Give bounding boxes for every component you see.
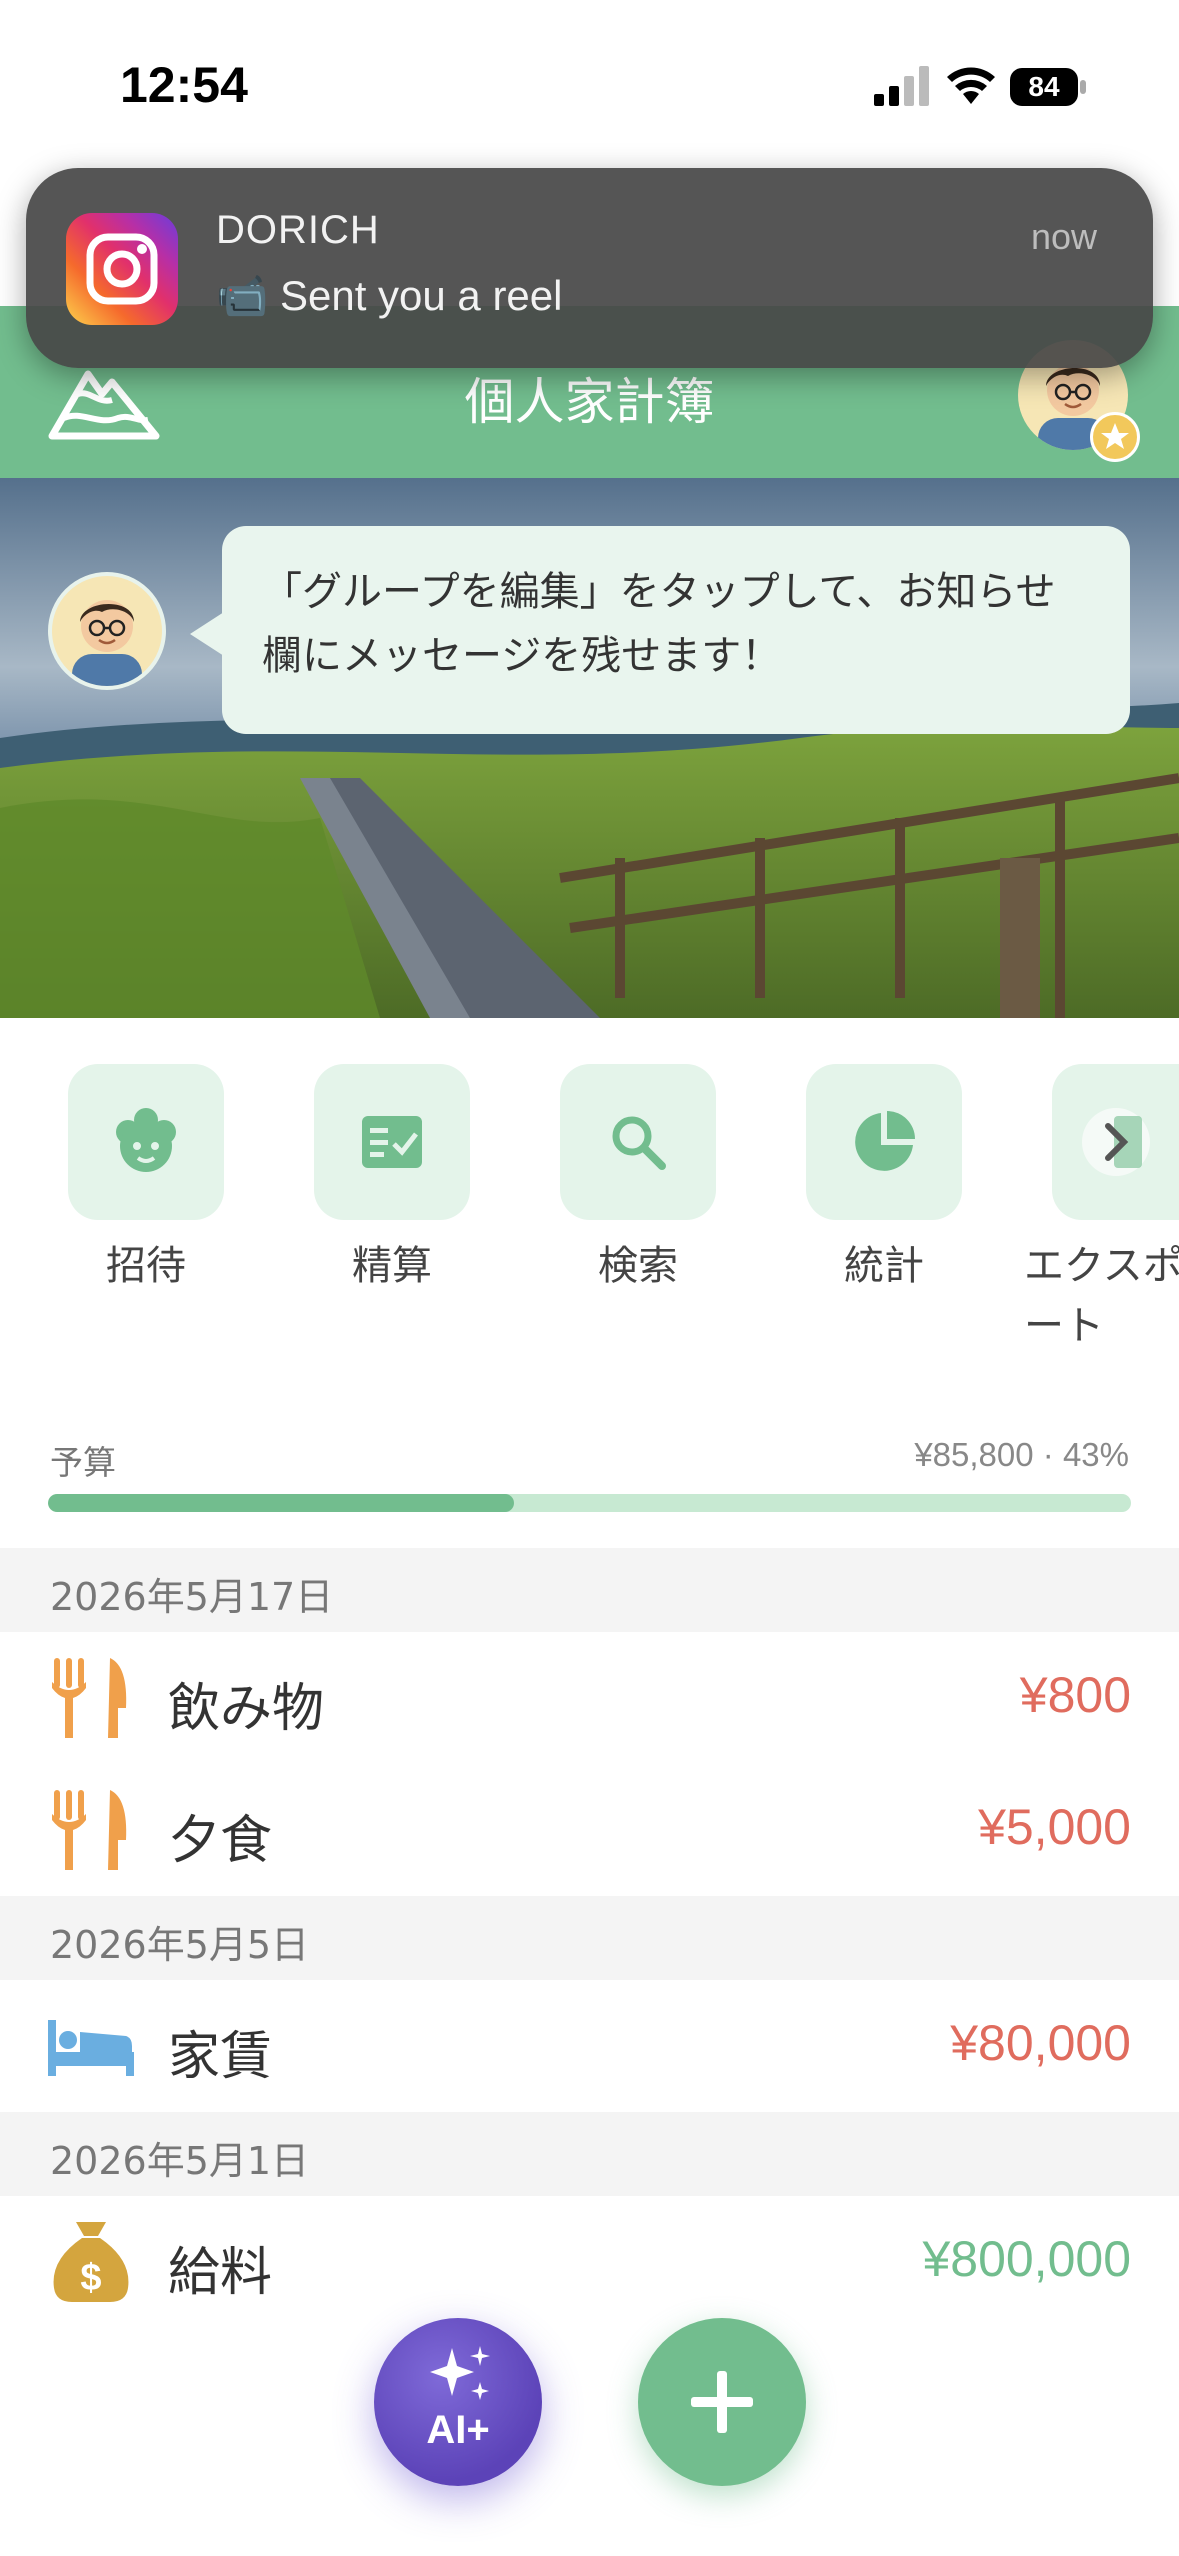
export-icon bbox=[1081, 1108, 1150, 1176]
budget-value: ¥85,800 · 43% bbox=[914, 1436, 1129, 1473]
plus-icon bbox=[691, 2371, 753, 2433]
notification-title: DORICH bbox=[216, 208, 380, 252]
invite-icon bbox=[116, 1108, 176, 1172]
transaction-amount: ¥800,000 bbox=[922, 2231, 1131, 2287]
transaction-row[interactable]: 飲み物 ¥800 bbox=[0, 1632, 1179, 1764]
quick-action-export[interactable]: エクスポート bbox=[1024, 1064, 1179, 1356]
quick-action-label: 統計 bbox=[844, 1243, 924, 1289]
date-label: 2026年5月17日 bbox=[50, 1575, 334, 1619]
quick-action-label: 検索 bbox=[598, 1243, 678, 1289]
search-tile[interactable] bbox=[560, 1064, 716, 1220]
money-bag-icon: $ bbox=[53, 2222, 129, 2302]
transaction-name: 飲み物 bbox=[168, 1679, 325, 1739]
date-label: 2026年5月1日 bbox=[50, 2139, 310, 2183]
quick-action-label: 精算 bbox=[352, 1243, 432, 1289]
bed-icon bbox=[48, 2020, 134, 2076]
date-header: 2026年5月5日 bbox=[0, 1896, 1179, 1980]
transaction-row[interactable]: 家賃 ¥80,000 bbox=[0, 1980, 1179, 2112]
transaction-name: 家賃 bbox=[168, 2027, 273, 2087]
status-time: 12:54 bbox=[120, 57, 248, 113]
instagram-icon bbox=[66, 213, 178, 325]
notification-time: now bbox=[1030, 216, 1097, 257]
cellular-signal-icon bbox=[874, 66, 929, 106]
quick-action-label: 招待 bbox=[106, 1243, 186, 1289]
battery-icon: 84 bbox=[1010, 68, 1088, 106]
fork-knife-icon bbox=[52, 1658, 127, 1738]
budget-label: 予算 bbox=[50, 1443, 116, 1482]
wifi-icon bbox=[947, 67, 995, 104]
quick-action-search[interactable]: 検索 bbox=[560, 1064, 716, 1296]
assistant-avatar bbox=[48, 572, 166, 690]
svg-text:$: $ bbox=[80, 2257, 101, 2299]
transaction-row[interactable]: 夕食 ¥5,000 bbox=[0, 1764, 1179, 1896]
transaction-name: 給料 bbox=[168, 2243, 273, 2303]
settlement-tile[interactable] bbox=[314, 1064, 470, 1220]
premium-star-icon bbox=[1090, 412, 1140, 462]
transaction-amount: ¥80,000 bbox=[950, 2015, 1131, 2071]
invite-tile[interactable] bbox=[68, 1064, 224, 1220]
ai-button-label: AI+ bbox=[426, 2408, 490, 2452]
push-notification[interactable]: DORICH 📹 Sent you a reel now bbox=[26, 168, 1153, 368]
notification-message: 📹 Sent you a reel bbox=[216, 272, 563, 319]
transaction-name: 夕食 bbox=[168, 1811, 273, 1871]
budget-progress-bar[interactable] bbox=[48, 1494, 1131, 1512]
person-avatar-icon bbox=[72, 600, 142, 686]
sparkles-icon bbox=[430, 2346, 490, 2400]
settlement-icon bbox=[362, 1116, 422, 1168]
date-header: 2026年5月1日 bbox=[0, 2112, 1179, 2196]
transaction-amount: ¥5,000 bbox=[978, 1799, 1131, 1855]
quick-action-invite[interactable]: 招待 bbox=[68, 1064, 224, 1296]
page-title[interactable]: 個人家計簿 bbox=[0, 362, 1179, 434]
fork-knife-icon bbox=[52, 1790, 127, 1870]
battery-level: 84 bbox=[1028, 71, 1060, 102]
export-tile[interactable] bbox=[1052, 1064, 1179, 1220]
date-header: 2026年5月17日 bbox=[0, 1548, 1179, 1632]
quick-action-settlement[interactable]: 精算 bbox=[314, 1064, 470, 1296]
date-label: 2026年5月5日 bbox=[50, 1923, 310, 1967]
transaction-amount: ¥800 bbox=[1019, 1667, 1131, 1723]
statistics-tile[interactable] bbox=[806, 1064, 962, 1220]
budget-progress-fill bbox=[48, 1494, 514, 1512]
ai-assistant-button[interactable]: AI+ bbox=[374, 2318, 542, 2486]
search-icon bbox=[612, 1116, 666, 1170]
pie-chart-icon bbox=[855, 1111, 915, 1171]
quick-action-statistics[interactable]: 統計 bbox=[806, 1064, 962, 1296]
speech-bubble-tail bbox=[190, 612, 224, 656]
status-bar: 12:54 84 bbox=[0, 0, 1179, 170]
add-transaction-button[interactable] bbox=[638, 2318, 806, 2486]
quick-action-label: エクスポート bbox=[1024, 1243, 1179, 1349]
transaction-row[interactable]: $ 給料 ¥800,000 bbox=[0, 2196, 1179, 2328]
tip-text: 「グループを編集」をタップして、お知らせ欄にメッセージを残せます！ bbox=[262, 569, 1056, 679]
